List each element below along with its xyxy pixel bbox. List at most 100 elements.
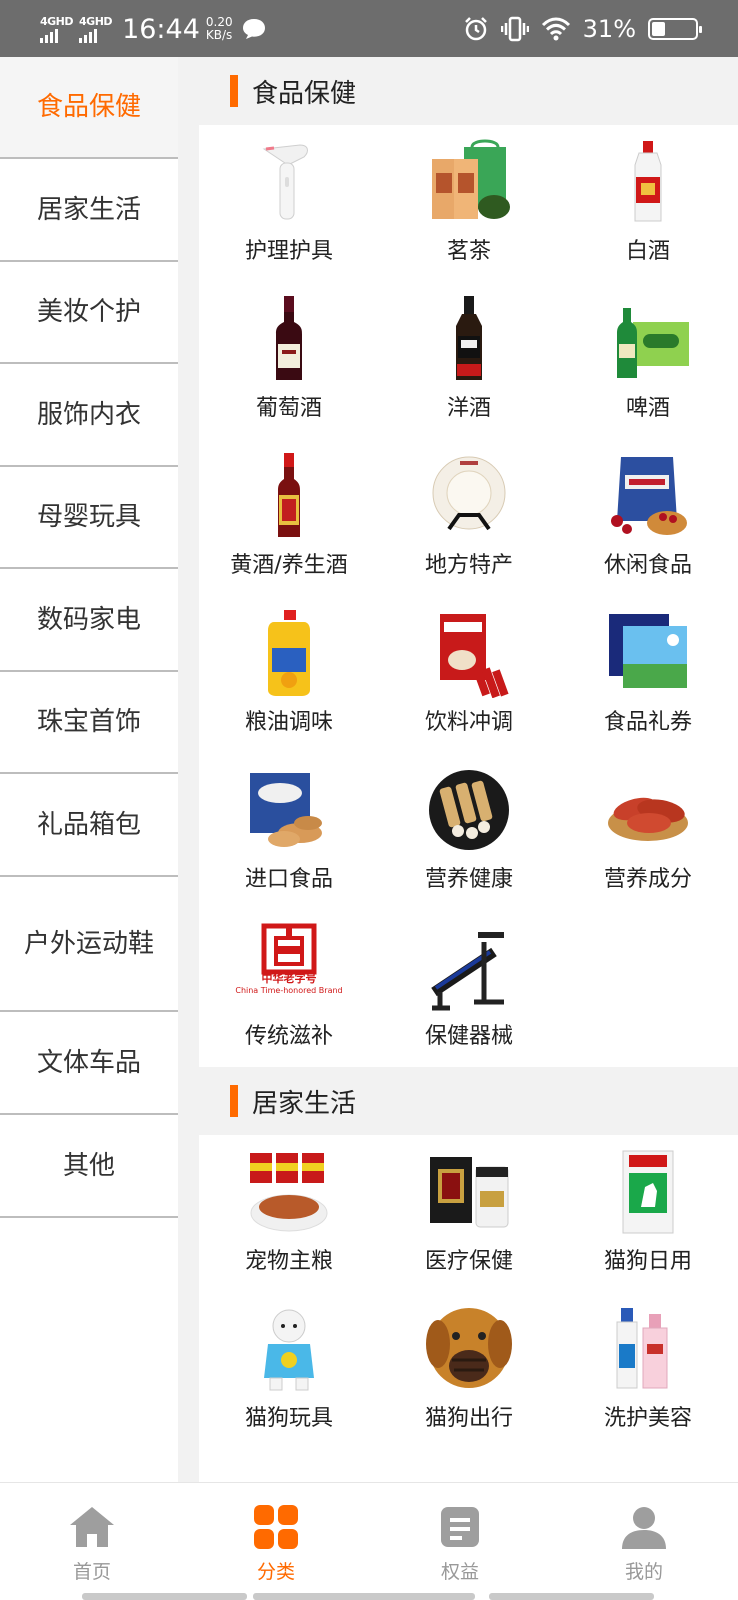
signal-strength-icon: 4GHD: [40, 14, 74, 43]
gesture-bar: [489, 1593, 654, 1600]
category-tile[interactable]: 猫狗出行: [379, 1292, 559, 1447]
nav-home[interactable]: 首页: [0, 1483, 184, 1583]
category-tile[interactable]: 洗护美容: [558, 1292, 738, 1447]
hair-removal-device-image: [244, 137, 334, 227]
category-tile-label: 猫狗玩具: [244, 1406, 333, 1431]
sidebar-item[interactable]: 食品保健: [0, 57, 178, 159]
category-tile-label: 洗护美容: [603, 1406, 692, 1431]
sidebar-item[interactable]: 美妆个护: [0, 262, 178, 364]
category-tile[interactable]: 地方特产: [379, 439, 559, 594]
category-tile[interactable]: 医疗保健: [379, 1135, 559, 1290]
sidebar-item[interactable]: 居家生活: [0, 159, 178, 262]
category-tile-label: 洋酒: [446, 396, 491, 421]
category-tile-label: 进口食品: [244, 867, 333, 892]
section-accent-bar: [230, 1085, 238, 1117]
sidebar-item-label: 数码家电: [36, 604, 141, 635]
category-tile[interactable]: 粮油调味: [199, 596, 379, 751]
category-tile[interactable]: 宠物主粮: [199, 1135, 379, 1290]
network-type-label: 4GHD: [40, 14, 74, 28]
sweet-potato-image: [603, 765, 693, 855]
battery-icon: [648, 18, 702, 40]
nav-profile[interactable]: 我的: [552, 1483, 736, 1583]
category-tile-label: 护理护具: [244, 239, 333, 264]
category-tile-label: 传统滋补: [244, 1024, 333, 1049]
sidebar-item[interactable]: 母婴玩具: [0, 467, 178, 569]
nav-profile-label: 我的: [624, 1561, 663, 1583]
network-speed: 0.20 KB/s: [206, 16, 233, 42]
category-tile[interactable]: 护理护具: [199, 125, 379, 280]
beer-crate-image: [603, 294, 693, 384]
category-tile[interactable]: 茗茶: [379, 125, 559, 280]
category-tile[interactable]: 食品礼券: [558, 596, 738, 751]
gesture-bar: [253, 1593, 475, 1600]
medicine-box-image: [424, 1147, 514, 1237]
vibrate-icon: [500, 16, 529, 42]
category-sidebar: 食品保健居家生活美妆个护服饰内衣母婴玩具数码家电珠宝首饰 礼品箱包户外运动鞋文体车…: [0, 57, 178, 1482]
category-tile[interactable]: 休闲食品: [558, 439, 738, 594]
brand-logo-text: 中华老字号: [261, 972, 317, 985]
category-tile[interactable]: 饮料冲调: [379, 596, 559, 751]
section-header: 居家生活: [199, 1067, 738, 1135]
category-tile-label: 饮料冲调: [424, 710, 513, 735]
battery-percentage: 31%: [582, 15, 636, 43]
tea-gift-box-image: [424, 137, 514, 227]
category-tile-label: 医疗保健: [424, 1249, 513, 1274]
category-tile-label: 黄酒/养生酒: [230, 553, 348, 578]
category-tile-label: 保健器械: [424, 1024, 513, 1049]
baijiu-bottle-image: [603, 137, 693, 227]
category-tile-label: 啤酒: [625, 396, 670, 421]
category-tile[interactable]: 啤酒: [558, 282, 738, 437]
category-tile-label: 白酒: [625, 239, 670, 264]
section-header: 食品保健: [199, 57, 738, 125]
category-content: 食品保健护理护具 茗茶 白酒葡萄酒 洋酒 啤酒黄酒/养生酒 地方特产 休闲食品粮油调味 饮料冲…: [199, 57, 738, 1482]
sit-up-bench-image: [424, 922, 514, 1012]
category-tile[interactable]: 保健器械: [379, 910, 559, 1065]
sidebar-item[interactable]: 其他: [0, 1115, 178, 1218]
category-tile[interactable]: 黄酒/养生酒: [199, 439, 379, 594]
pet-food-cans-image: [244, 1147, 334, 1237]
category-icon: [254, 1505, 298, 1549]
sidebar-item-label: 食品保健: [36, 92, 141, 122]
category-tile[interactable]: 洋酒: [379, 282, 559, 437]
nav-benefits[interactable]: 权益: [368, 1483, 552, 1583]
sidebar-item[interactable]: 数码家电: [0, 569, 178, 672]
nav-category[interactable]: 分类: [184, 1483, 368, 1583]
sidebar-item-label: 美妆个护: [36, 297, 141, 327]
category-tile-label: 茗茶: [446, 239, 491, 264]
section-accent-bar: [230, 75, 238, 107]
category-tile[interactable]: 葡萄酒: [199, 282, 379, 437]
sidebar-item[interactable]: 礼品箱包: [0, 774, 178, 877]
gesture-bar: [82, 1593, 247, 1600]
status-bar: 4GHD 4GHD 16:44 0.20 KB/s 31%: [0, 0, 738, 57]
shampoo-bottles-image: [603, 1304, 693, 1394]
whiskey-bottle-image: [424, 294, 514, 384]
category-tile-label: 休闲食品: [603, 553, 692, 578]
sidebar-item[interactable]: 服饰内衣: [0, 364, 178, 467]
category-tile[interactable]: 白酒: [558, 125, 738, 280]
category-tile[interactable]: 猫狗玩具: [199, 1292, 379, 1447]
category-tile[interactable]: 猫狗日用: [558, 1135, 738, 1290]
network-speed-unit: KB/s: [205, 28, 233, 42]
sidebar-item[interactable]: 文体车品: [0, 1012, 178, 1115]
wifi-icon: [541, 17, 570, 41]
nav-home-label: 首页: [72, 1561, 111, 1583]
sidebar-item[interactable]: 户外运动鞋: [0, 877, 178, 1012]
sidebar-item[interactable]: 珠宝首饰: [0, 672, 178, 774]
network-type-label: 4GHD: [79, 14, 113, 28]
battery-level-fill: [652, 22, 665, 36]
sesame-bars-image: [424, 765, 514, 855]
category-tile[interactable]: 营养成分: [558, 753, 738, 908]
category-tile[interactable]: 营养健康: [379, 753, 559, 908]
sidebar-item-label: 服饰内衣: [36, 399, 141, 430]
benefits-icon: [441, 1507, 479, 1547]
category-tile-label: 葡萄酒: [255, 396, 322, 421]
cooking-oil-image: [244, 608, 334, 698]
category-tile[interactable]: 传统滋补 中华老字号 China Time-honored Brand: [199, 910, 379, 1065]
dog-muzzle-image: [424, 1304, 514, 1394]
sidebar-item-label: 户外运动鞋: [23, 928, 154, 959]
category-tile[interactable]: 进口食品: [199, 753, 379, 908]
status-time: 16:44: [122, 13, 200, 45]
nav-benefits-label: 权益: [440, 1561, 479, 1583]
yellow-wine-bottle-image: [244, 451, 334, 541]
dog-clothes-image: [244, 1304, 334, 1394]
